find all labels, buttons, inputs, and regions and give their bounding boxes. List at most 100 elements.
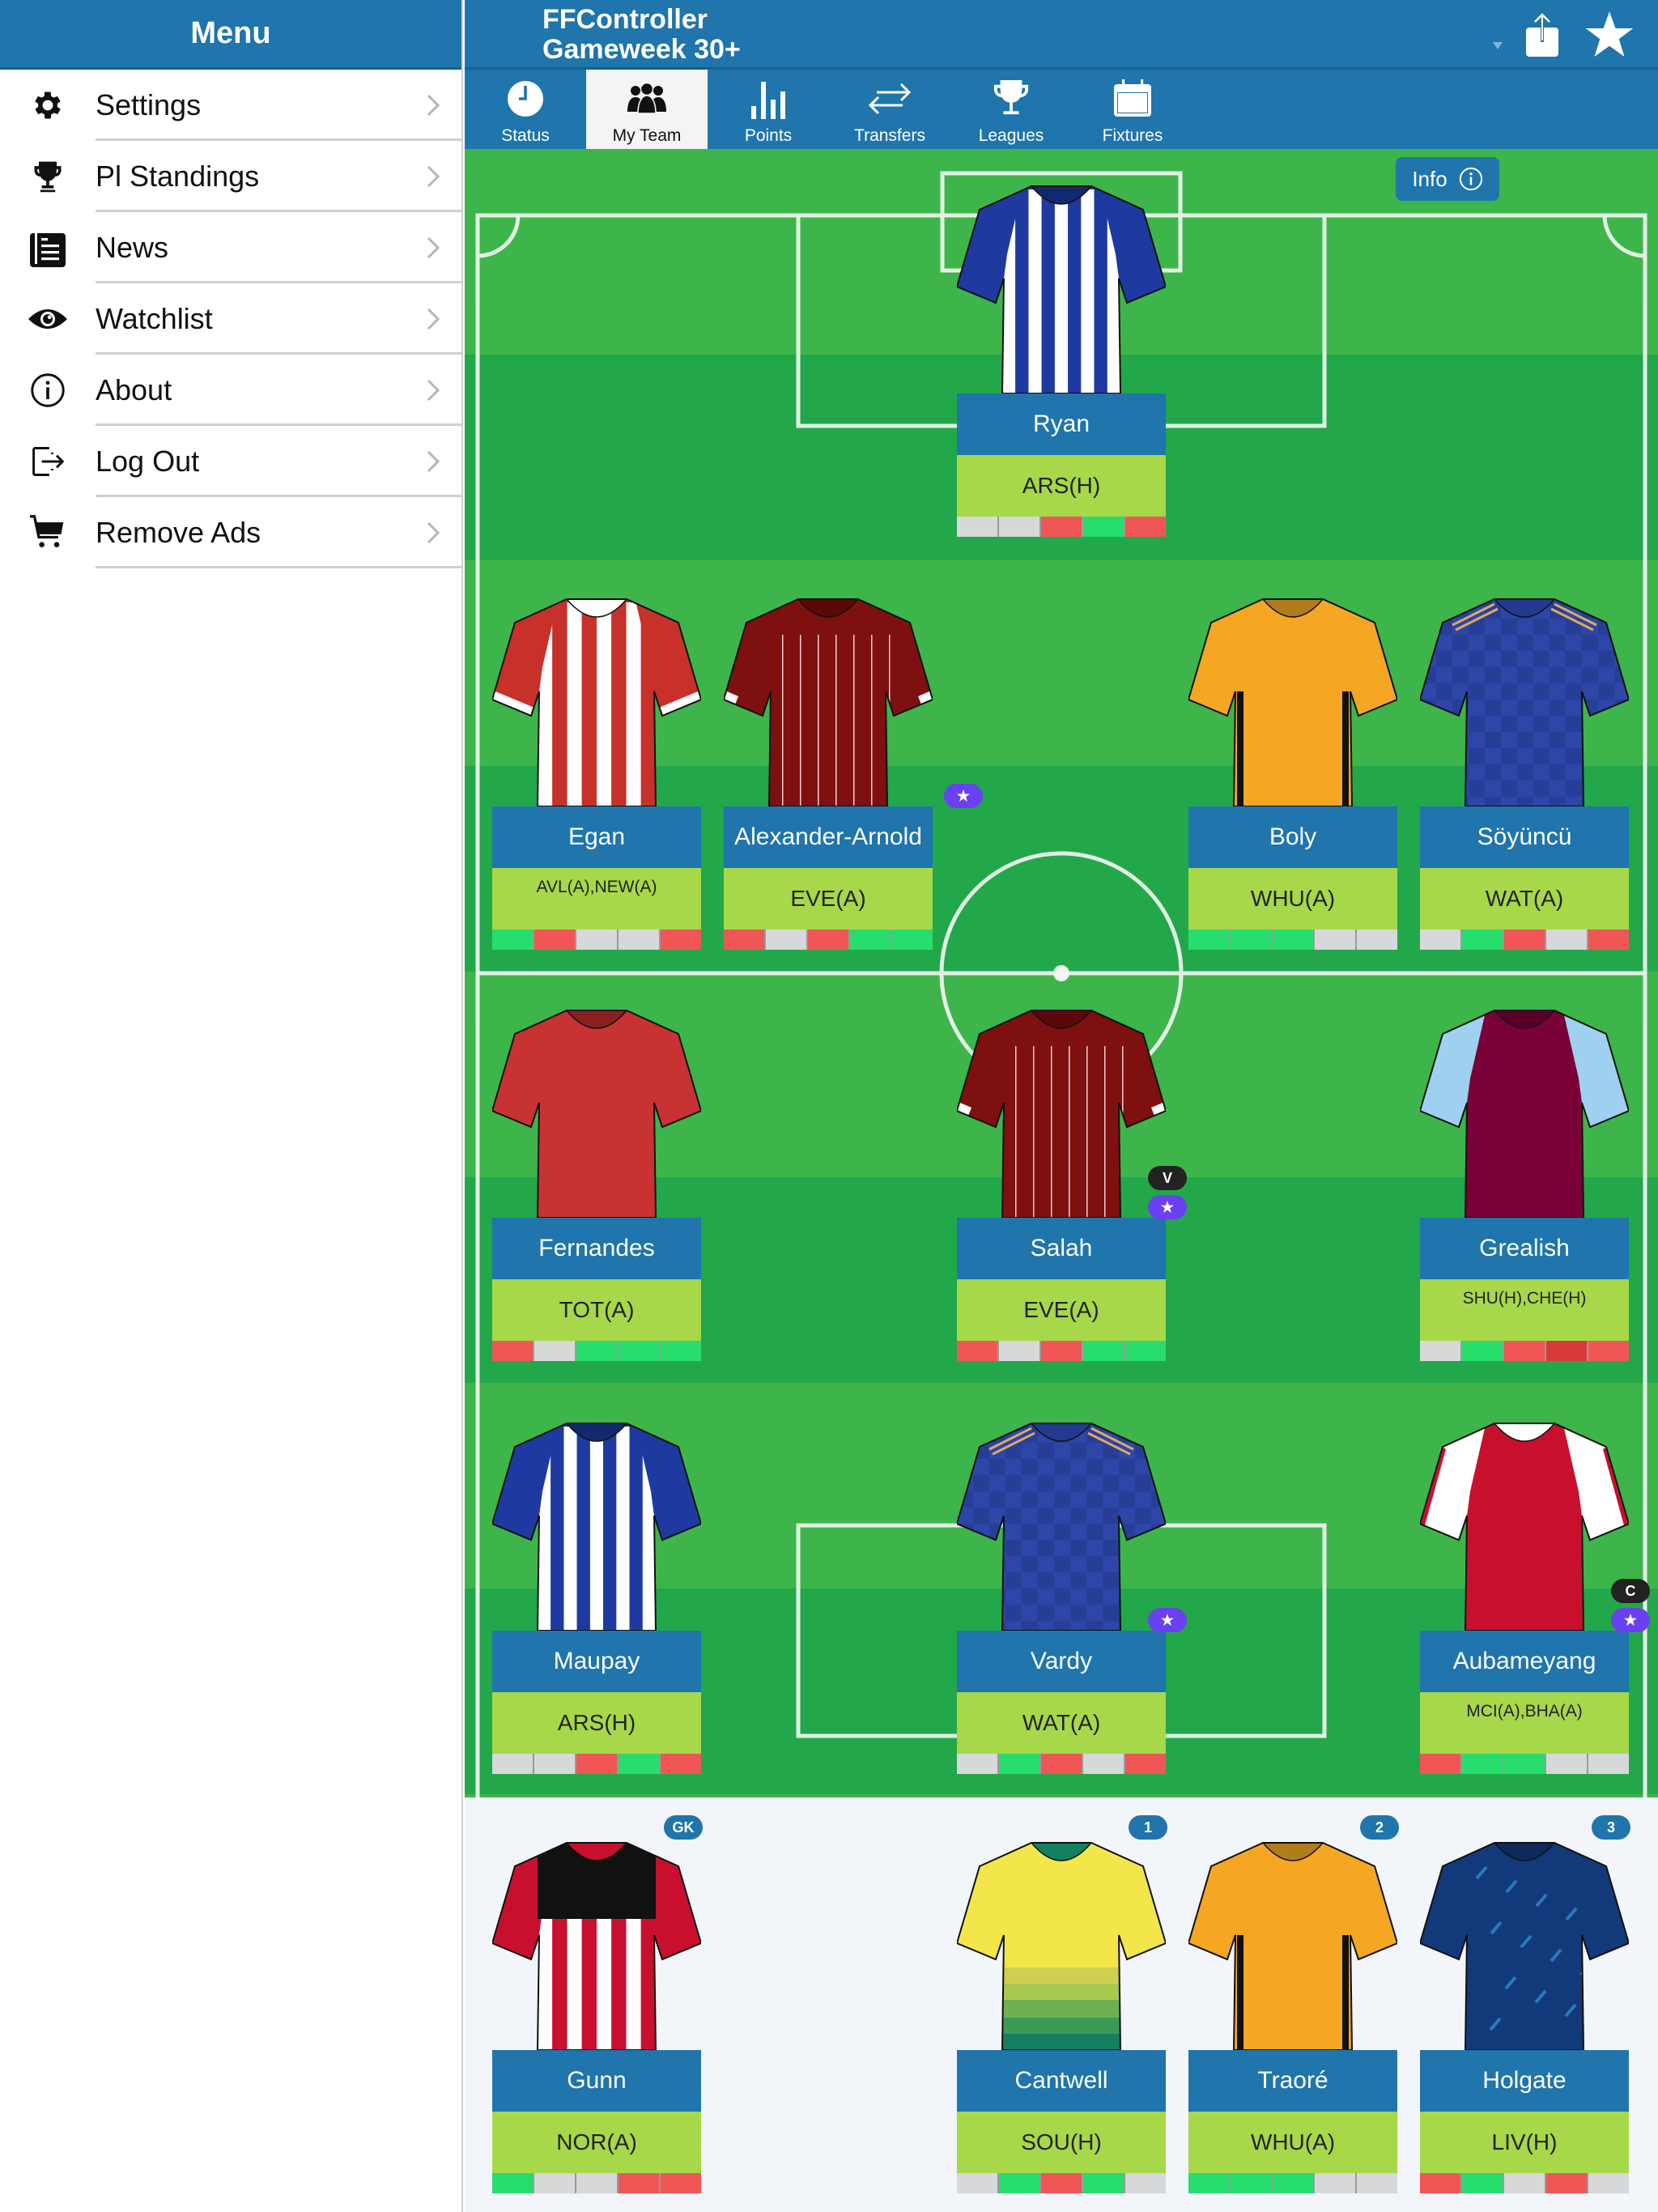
- sidebar-item-log-out[interactable]: Log Out: [0, 426, 461, 497]
- app-title-line1: FFController: [542, 4, 708, 35]
- player-card[interactable]: Traoré WHU(A) 2: [1188, 1815, 1399, 2193]
- player-fixture: WAT(A): [957, 1692, 1166, 1754]
- player-fixture: EVE(A): [724, 868, 933, 929]
- chevron-right-icon: [405, 307, 461, 331]
- form-result-loss: [1588, 929, 1629, 950]
- form-result-none: [999, 517, 1041, 537]
- shirt-icon: [1188, 598, 1397, 806]
- form-strip: [1420, 1754, 1629, 1774]
- tab-transfers[interactable]: Transfers: [829, 70, 950, 149]
- player-name: Alexander-Arnold: [724, 806, 933, 868]
- sidebar-item-watchlist[interactable]: Watchlist: [0, 283, 461, 355]
- sidebar-title: Menu: [190, 16, 271, 50]
- player-card[interactable]: Holgate LIV(H) 3: [1420, 1815, 1630, 2193]
- form-result-loss: [1125, 1754, 1166, 1774]
- form-result-none: [1357, 2173, 1397, 2193]
- tab-points[interactable]: Points: [708, 70, 829, 149]
- form-result-loss: [1041, 1341, 1083, 1361]
- form-result-none: [1083, 1754, 1125, 1774]
- form-result-win: [492, 2173, 534, 2193]
- form-strip: [957, 1754, 1166, 1774]
- sidebar-item-label: Pl Standings: [96, 160, 260, 193]
- tab-label: Transfers: [854, 126, 925, 145]
- player-fixture: NOR(A): [492, 2112, 701, 2173]
- tab-status[interactable]: Status: [465, 70, 586, 149]
- form-result-win: [1125, 1341, 1166, 1361]
- form-result-win: [1462, 929, 1504, 950]
- tab-leagues[interactable]: Leagues: [950, 70, 1072, 149]
- player-card[interactable]: Boly WHU(A): [1188, 586, 1397, 950]
- form-result-win: [1462, 2173, 1504, 2193]
- star-icon[interactable]: [1585, 11, 1634, 62]
- player-card[interactable]: Maupay ARS(H): [492, 1410, 701, 1774]
- form-result-loss: [808, 929, 850, 950]
- form-result-loss: [1420, 2173, 1462, 2193]
- player-name: Cantwell: [957, 2050, 1166, 2112]
- form-result-none: [1546, 929, 1588, 950]
- shirt-icon: [957, 185, 1166, 393]
- form-result-win: [1083, 2173, 1125, 2193]
- form-result-none: [492, 1754, 534, 1774]
- player-fixture: WHU(A): [1188, 868, 1397, 929]
- star-badge-icon: ★: [1148, 1195, 1187, 1219]
- player-card[interactable]: Fernandes TOT(A): [492, 998, 701, 1361]
- clock-icon: [506, 76, 545, 121]
- player-card[interactable]: Vardy WAT(A) ★: [957, 1410, 1187, 1774]
- player-card[interactable]: Gunn NOR(A) GK: [492, 1815, 703, 2193]
- sidebar-item-settings[interactable]: Settings: [0, 70, 461, 141]
- gear-icon: [0, 87, 96, 123]
- form-result-win: [661, 1341, 701, 1361]
- form-strip: [957, 517, 1166, 537]
- form-result-win: [1188, 929, 1231, 950]
- sidebar-item-label: Remove Ads: [96, 516, 261, 549]
- sidebar-item-about[interactable]: About: [0, 355, 461, 426]
- player-card[interactable]: Grealish SHU(H),CHE(H): [1420, 998, 1629, 1361]
- form-result-win: [999, 1754, 1041, 1774]
- shirt-icon: [957, 1423, 1166, 1631]
- player-fixture: WAT(A): [1420, 868, 1629, 929]
- form-strip: [1188, 2173, 1397, 2193]
- cart-icon: [0, 515, 96, 551]
- form-result-none: [1588, 2173, 1629, 2193]
- sidebar-item-label: News: [96, 231, 169, 264]
- sidebar-item-pl-standings[interactable]: Pl Standings: [0, 141, 461, 212]
- player-fixture: ARS(H): [957, 455, 1166, 517]
- logout-icon: [0, 444, 96, 479]
- tab-fixtures[interactable]: Fixtures: [1072, 70, 1193, 149]
- tab-label: My Team: [612, 126, 682, 145]
- captain-badge: C: [1611, 1579, 1650, 1603]
- form-result-win: [1273, 2173, 1315, 2193]
- sidebar-item-news[interactable]: News: [0, 212, 461, 283]
- player-card[interactable]: Egan AVL(A),NEW(A): [492, 586, 701, 950]
- tab-my-team[interactable]: My Team: [586, 70, 708, 149]
- player-card[interactable]: Cantwell SOU(H) 1: [957, 1815, 1167, 2193]
- player-name: Fernandes: [492, 1218, 701, 1279]
- player-card[interactable]: Alexander-Arnold EVE(A) ★: [724, 586, 983, 950]
- form-strip: [1420, 929, 1629, 950]
- player-name: Egan: [492, 806, 701, 868]
- player-fixture: TOT(A): [492, 1279, 701, 1341]
- form-result-none: [576, 929, 619, 950]
- bench-order-badge: 2: [1360, 1815, 1399, 1840]
- form-result-win: [1231, 2173, 1273, 2193]
- player-card[interactable]: Ryan ARS(H): [957, 173, 1166, 537]
- sidebar-item-label: Settings: [96, 88, 202, 121]
- form-strip: [492, 1754, 701, 1774]
- form-result-none: [1546, 1754, 1588, 1774]
- player-card[interactable]: Aubameyang MCI(A),BHA(A) C ★: [1420, 1410, 1650, 1774]
- player-fixture: EVE(A): [957, 1279, 1166, 1341]
- info-button[interactable]: Info: [1396, 157, 1499, 201]
- form-result-win: [1462, 1341, 1504, 1361]
- share-icon[interactable]: [1524, 13, 1561, 62]
- player-card[interactable]: Salah EVE(A) V ★: [957, 998, 1187, 1361]
- player-card[interactable]: Söyüncü WAT(A): [1420, 586, 1629, 950]
- sidebar-item-remove-ads[interactable]: Remove Ads: [0, 497, 461, 568]
- shirt-icon: [1420, 1842, 1629, 2050]
- tab-label: Status: [501, 126, 550, 145]
- form-result-none: [1420, 929, 1462, 950]
- star-badge-icon: ★: [1611, 1608, 1650, 1632]
- form-result-loss: [576, 1754, 619, 1774]
- form-result-none: [1357, 929, 1397, 950]
- shirt-icon: [957, 1010, 1166, 1218]
- bench: Gunn NOR(A) GK Cantwell SOU(H) 1 Traoré WHU(A…: [465, 1797, 1658, 2212]
